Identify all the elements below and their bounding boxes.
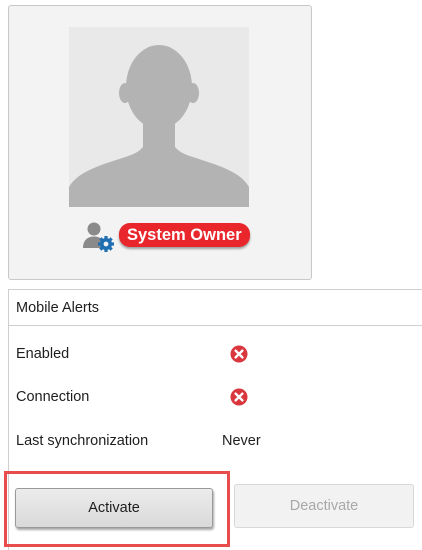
info-label: Last synchronization <box>16 433 149 449</box>
info-row-connection: Connection <box>16 387 416 409</box>
info-row-last-synchronization: Last synchronization Never <box>16 431 416 453</box>
info-label: Enabled <box>16 346 70 362</box>
role-row: System Owner <box>81 218 250 252</box>
panel-title: Mobile Alerts <box>16 300 100 316</box>
divider <box>9 325 422 326</box>
user-gear-icon <box>83 222 114 252</box>
user-silhouette-icon <box>69 27 249 207</box>
deactivate-button[interactable]: Deactivate <box>234 484 414 528</box>
page: System Owner Mobile Alerts Enabled Conne… <box>0 0 422 550</box>
activate-button[interactable]: Activate <box>15 488 213 528</box>
profile-card: System Owner <box>8 5 312 280</box>
info-label: Connection <box>16 389 90 405</box>
role-badge: System Owner <box>119 223 250 247</box>
red-x-circle-icon <box>230 345 248 363</box>
red-x-circle-icon <box>230 388 248 406</box>
info-row-enabled: Enabled <box>16 344 416 366</box>
info-value: Never <box>222 433 261 449</box>
